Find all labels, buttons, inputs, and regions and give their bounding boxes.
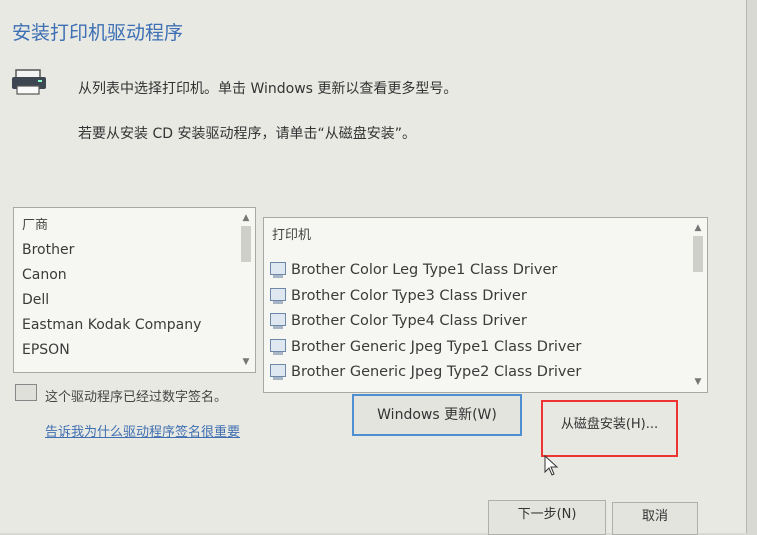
printer-item-label: Brother Generic Jpeg Type2 Class Driver — [291, 364, 582, 380]
printer-driver-icon — [270, 364, 286, 380]
chevron-down-icon[interactable]: ▼ — [691, 376, 705, 388]
signature-status-text: 这个驱动程序已经过数字签名。 — [45, 390, 228, 405]
printer-driver-icon — [270, 313, 286, 329]
have-disk-button[interactable]: 从磁盘安装(H)... — [541, 400, 678, 457]
manufacturer-item[interactable]: Eastman Kodak Company — [22, 313, 201, 338]
printer-item[interactable]: Brother Generic Jpeg Type2 Class Driver — [270, 360, 581, 386]
printer-scrollbar[interactable]: ▲ ▼ — [691, 222, 705, 388]
instruction-text-2: 若要从安装 CD 安装驱动程序，请单击“从磁盘安装”。 — [78, 126, 416, 142]
manufacturer-item[interactable]: Dell — [22, 288, 201, 313]
manufacturer-item[interactable]: EPSON — [22, 338, 201, 363]
chevron-up-icon[interactable]: ▲ — [239, 212, 253, 224]
manufacturer-list[interactable]: 厂商 Brother Canon Dell Eastman Kodak Comp… — [13, 207, 256, 373]
scrollbar-thumb[interactable] — [241, 226, 251, 262]
printer-driver-icon — [270, 262, 286, 278]
chevron-down-icon[interactable]: ▼ — [239, 356, 253, 368]
manufacturer-item[interactable]: Brother — [22, 238, 201, 263]
printer-item[interactable]: Brother Color Leg Type1 Class Driver — [270, 258, 581, 284]
printer-item-label: Brother Generic Jpeg Type1 Class Driver — [291, 338, 582, 355]
signed-driver-icon — [15, 384, 37, 401]
manufacturer-scrollbar[interactable]: ▲ ▼ — [239, 212, 253, 368]
printer-icon — [12, 69, 46, 95]
printer-item[interactable]: Brother Color Type4 Class Driver — [270, 309, 581, 335]
dialog-title: 安装打印机驱动程序 — [12, 22, 184, 44]
chevron-up-icon[interactable]: ▲ — [691, 222, 705, 234]
windows-update-button[interactable]: Windows 更新(W) — [352, 394, 522, 436]
manufacturer-item[interactable]: Canon — [22, 263, 201, 288]
printer-item-label: Brother Color Type4 Class Driver — [291, 313, 527, 329]
scrollbar-thumb[interactable] — [693, 236, 703, 272]
manufacturer-list-header: 厂商 — [22, 218, 49, 233]
printer-item[interactable]: Brother Color Type3 Class Driver — [270, 284, 581, 310]
printer-list-header: 打印机 — [272, 228, 312, 243]
mouse-cursor-icon — [544, 455, 559, 476]
instruction-text-1: 从列表中选择打印机。单击 Windows 更新以查看更多型号。 — [78, 81, 458, 97]
signature-info-link[interactable]: 告诉我为什么驱动程序签名很重要 — [45, 421, 240, 440]
printer-item-label: Brother Color Type3 Class Driver — [291, 287, 527, 304]
next-button[interactable]: 下一步(N) — [488, 500, 606, 535]
cancel-button[interactable]: 取消 — [612, 502, 698, 535]
printer-driver-icon — [270, 287, 286, 304]
install-printer-driver-dialog: 安装打印机驱动程序 从列表中选择打印机。单击 Windows 更新以查看更多型号… — [0, 0, 747, 535]
printer-list[interactable]: 打印机 Brother Color Leg Type1 Class Driver… — [263, 217, 708, 393]
printer-driver-icon — [270, 338, 286, 355]
printer-item-label: Brother Color Leg Type1 Class Driver — [291, 262, 558, 278]
printer-item[interactable]: Brother Generic Jpeg Type1 Class Driver — [270, 335, 581, 361]
